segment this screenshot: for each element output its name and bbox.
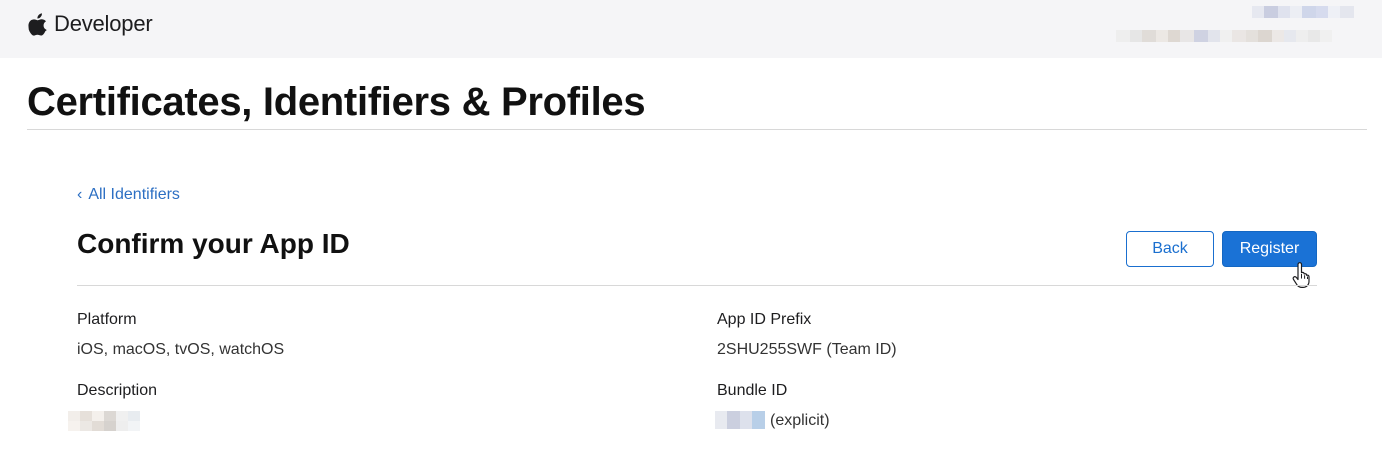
redacted-description-value — [68, 411, 140, 421]
platform-value: iOS, macOS, tvOS, watchOS — [77, 341, 285, 358]
bundle-id-type: (explicit) — [770, 412, 830, 429]
redacted-account-name — [1252, 6, 1354, 18]
all-identifiers-link[interactable]: ‹ All Identifiers — [77, 186, 180, 204]
bundle-id-label: Bundle ID — [717, 382, 788, 399]
chevron-left-icon: ‹ — [77, 186, 83, 203]
back-button[interactable]: Back — [1126, 231, 1214, 267]
developer-brand[interactable]: Developer — [28, 11, 153, 37]
brand-label: Developer — [54, 11, 153, 36]
section-divider — [77, 285, 1317, 286]
redacted-description-value-lower — [68, 421, 140, 431]
apple-logo-icon — [28, 12, 47, 36]
top-navigation-bar: Developer — [0, 0, 1382, 58]
confirm-app-id-heading: Confirm your App ID — [77, 228, 350, 259]
title-divider — [27, 129, 1367, 130]
platform-label: Platform — [77, 311, 137, 328]
app-id-prefix-value: 2SHU255SWF (Team ID) — [717, 341, 897, 358]
all-identifiers-label: All Identifiers — [88, 186, 180, 203]
redacted-account-team — [1116, 30, 1332, 42]
redacted-bundle-id — [715, 411, 765, 429]
description-label: Description — [77, 382, 158, 399]
page-title: Certificates, Identifiers & Profiles — [27, 80, 646, 124]
app-id-prefix-label: App ID Prefix — [717, 311, 812, 328]
